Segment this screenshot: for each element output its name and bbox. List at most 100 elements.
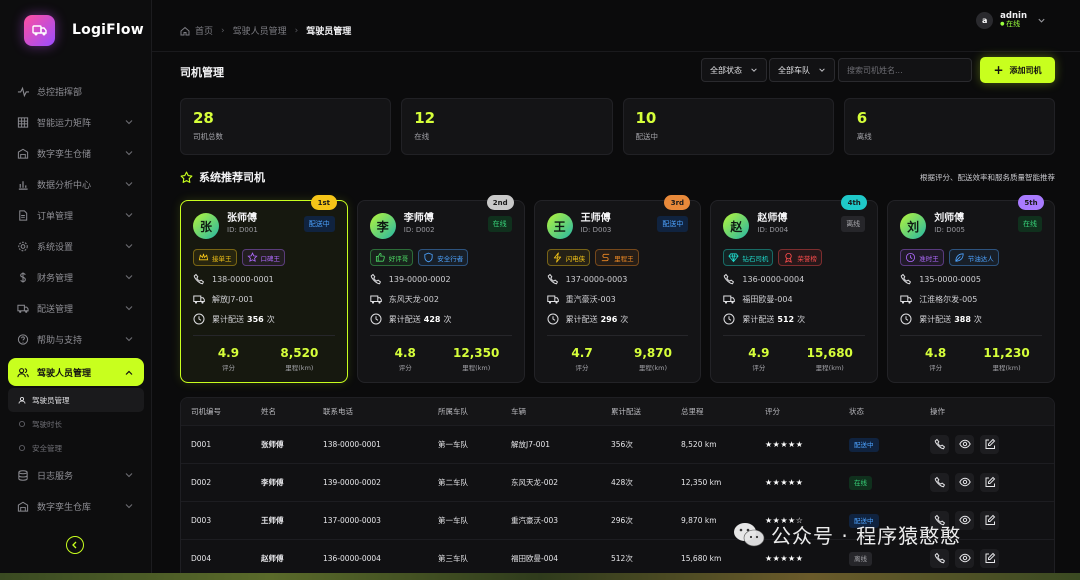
sidebar: LogiFlow 总控指挥部 智能运力矩阵 数字孪生仓储 数据分析中心 订单管理… [0, 0, 152, 580]
cell-vehicle: 福田欧曼-004 [501, 538, 601, 577]
breadcrumb-current: 驾驶员管理 [306, 27, 352, 37]
collapse-sidebar-button[interactable] [66, 536, 84, 554]
status-filter-select[interactable]: 全部状态 [701, 58, 767, 82]
badge-label: 里程王 [614, 254, 634, 263]
driver-metrics: 4.9 评分 8,520 里程(km) [193, 335, 335, 372]
view-button[interactable] [955, 434, 974, 454]
driver-id: ID: D003 [580, 226, 612, 234]
edit-button[interactable] [980, 434, 999, 454]
brand[interactable]: LogiFlow [24, 14, 144, 46]
stat-value: 28 [193, 109, 214, 127]
badge-label: 准时王 [919, 254, 939, 263]
cell-name: 李师傅 [251, 462, 313, 501]
deliveries-suffix: 次 [973, 314, 982, 324]
sidebar-subitem[interactable]: 安全管理 [8, 436, 144, 460]
driver-card[interactable]: 2nd 李 李师傅 ID: D002 在线 好评哥 安全行者 139-0000-… [356, 195, 525, 383]
phone-row: 135-0000-0005 [900, 272, 1042, 286]
cell-phone: 138-0000-0001 [313, 424, 428, 463]
driver-card[interactable]: 3rd 王 王师傅 ID: D003 配送中 闪电侠 里程王 137-0000-… [533, 195, 702, 383]
stat-value: 6 [856, 109, 868, 127]
rating-value: 4.8 [394, 346, 416, 360]
status-badge: 离线 [841, 216, 866, 232]
cell-actions [920, 424, 1054, 463]
sidebar-item-warehouse[interactable]: 数字孪生仓库 [8, 491, 144, 522]
breadcrumb-separator: › [294, 25, 299, 36]
wechat-logo-icon [734, 522, 765, 546]
sidebar-subitem-label: 驾驶时长 [32, 419, 62, 429]
users-icon [18, 396, 26, 404]
breadcrumb-home[interactable]: 首页 [195, 24, 213, 37]
add-driver-label: 添加司机 [1009, 65, 1042, 75]
edit-button[interactable] [980, 472, 999, 492]
stat-value: 10 [635, 109, 657, 127]
sidebar-subitem[interactable]: 驾驶时长 [8, 412, 144, 436]
driver-name: 刘师傅 [934, 213, 965, 224]
sidebar-item-dollar[interactable]: 财务管理 [8, 262, 144, 293]
circle-icon [18, 420, 26, 428]
call-button[interactable] [930, 434, 949, 454]
thumb-icon [375, 252, 386, 263]
vehicle-plate: 重汽豪沃-003 [565, 294, 616, 304]
mileage-value: 8,520 [280, 346, 319, 360]
sidebar-item-activity[interactable]: 总控指挥部 [8, 76, 144, 107]
top-header: 首页 › 驾驶人员管理 › 驾驶员管理 a adnin 在线 [152, 0, 1080, 52]
sidebar-item-database[interactable]: 日志服务 [8, 460, 144, 491]
table-row[interactable]: D002 李师傅 139-0000-0002 第二车队 东风天龙-002 428… [181, 462, 1054, 501]
phone-number: 138-0000-0001 [212, 274, 274, 284]
sidebar-item-gear[interactable]: 系统设置 [8, 231, 144, 262]
badge-leaf: 节油达人 [948, 249, 999, 266]
sidebar-item-label: 数字孪生仓库 [37, 503, 92, 513]
edit-button[interactable] [980, 548, 999, 568]
vehicle-plate: 东风天龙-002 [388, 294, 439, 304]
breadcrumb-section[interactable]: 驾驶人员管理 [233, 24, 287, 37]
user-menu[interactable]: a adnin 在线 [976, 11, 1046, 30]
rating-value: 4.9 [748, 346, 770, 360]
badge-label: 荣誉榜 [797, 254, 817, 263]
edit-icon [985, 438, 995, 449]
sidebar-item-warehouse[interactable]: 数字孪生仓储 [8, 138, 144, 169]
badge-shield: 安全行者 [418, 249, 469, 266]
sidebar-item-label: 总控指挥部 [37, 88, 83, 98]
add-driver-button[interactable]: + 添加司机 [980, 57, 1055, 83]
sidebar-subitem[interactable]: 驾驶员管理 [8, 388, 144, 412]
cell-mileage: 12,350 km [671, 462, 755, 501]
driver-search-input[interactable] [838, 58, 972, 82]
driver-card[interactable]: 1st 张 张师傅 ID: D001 配送中 接单王 口碑王 138-0000-… [180, 195, 348, 383]
badge-clock: 准时王 [900, 249, 944, 266]
sidebar-subitem-label: 驾驶员管理 [32, 395, 70, 405]
driver-card[interactable]: 5th 刘 刘师傅 ID: D005 在线 准时王 节油达人 135-0000-… [887, 195, 1055, 383]
sidebar-item-users[interactable]: 驾驶人员管理 [8, 358, 144, 386]
sidebar-item-label: 帮助与支持 [37, 336, 83, 346]
team-filter-select[interactable]: 全部车队 [769, 58, 835, 82]
column-header: 司机编号 [181, 398, 251, 425]
badge-label: 口碑王 [260, 254, 281, 263]
sidebar-item-bar-chart[interactable]: 数据分析中心 [8, 169, 144, 200]
avatar: 李 [369, 213, 396, 239]
mileage-value: 11,230 [983, 346, 1030, 360]
call-button[interactable] [930, 548, 949, 568]
page-title: 司机管理 [180, 66, 224, 79]
view-button[interactable] [955, 548, 974, 568]
view-button[interactable] [955, 472, 974, 492]
badge-list: 好评哥 安全行者 [369, 249, 512, 266]
sidebar-item-label: 数据分析中心 [37, 181, 92, 191]
phone-number: 137-0000-0003 [565, 274, 628, 284]
cell-deliveries: 296次 [601, 500, 671, 539]
truck-icon [17, 303, 29, 315]
edit-button[interactable] [980, 510, 999, 530]
main-content: 司机管理 全部状态 全部车队 + 添加司机 28 司机总数 12 在线 10 配… [152, 52, 1080, 580]
sidebar-item-file[interactable]: 订单管理 [8, 200, 144, 231]
rating-label: 评分 [575, 364, 589, 372]
stat-label: 配送中 [635, 132, 659, 141]
warehouse-icon [17, 501, 29, 513]
mileage-metric: 11,230 里程(km) [971, 347, 1042, 372]
sidebar-item-help[interactable]: 帮助与支持 [8, 324, 144, 355]
table-row[interactable]: D001 张师傅 138-0000-0001 第一车队 解放J7-001 356… [181, 424, 1054, 463]
call-button[interactable] [930, 472, 949, 492]
clock-icon [547, 313, 559, 325]
driver-card[interactable]: 4th 赵 赵师傅 ID: D004 离线 钻石司机 荣誉榜 136-0000-… [710, 195, 879, 383]
cell-status: 在线 [839, 462, 920, 501]
sidebar-item-grid[interactable]: 智能运力矩阵 [8, 107, 144, 138]
driver-name: 张师傅 [227, 213, 257, 224]
sidebar-item-truck[interactable]: 配送管理 [8, 293, 144, 324]
